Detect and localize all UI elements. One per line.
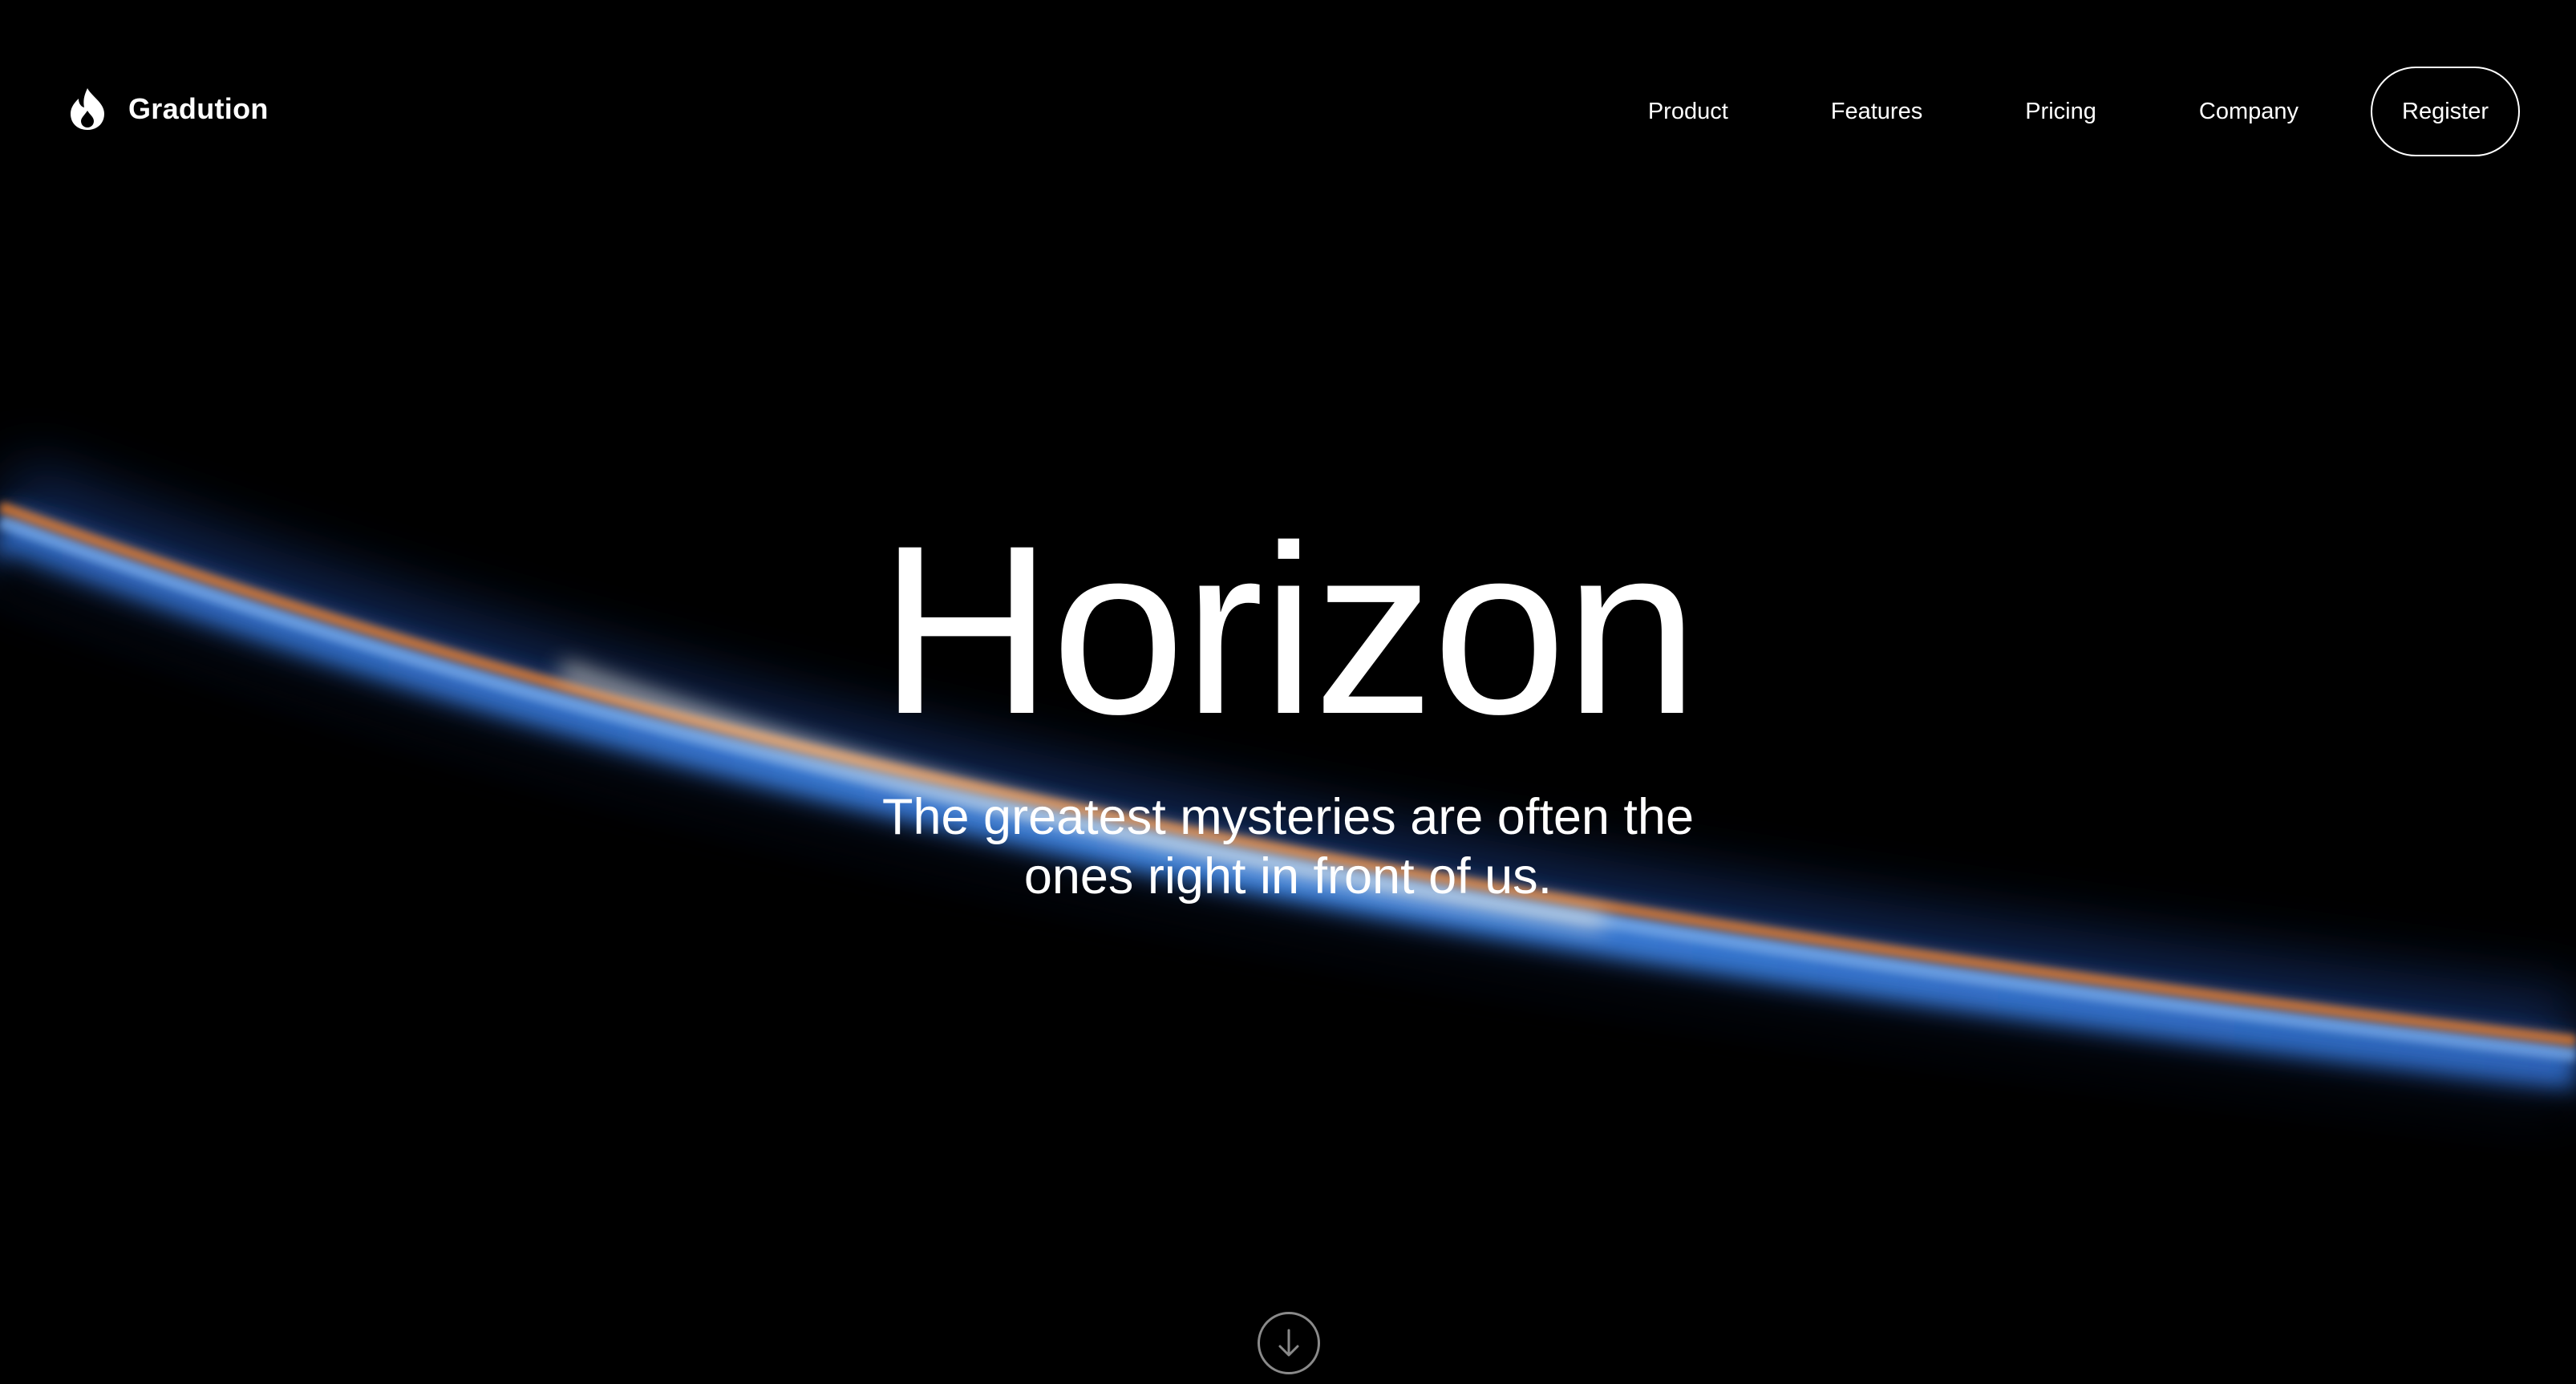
top-navigation: Gradution Product Features Pricing Compa… (0, 0, 2576, 225)
hero-section: Gradution Product Features Pricing Compa… (0, 0, 2576, 1384)
hero-title: Horizon (879, 495, 1699, 764)
flame-icon (71, 88, 104, 130)
nav-link-features[interactable]: Features (1831, 99, 1922, 125)
nav-link-product[interactable]: Product (1648, 99, 1728, 125)
arrow-down-icon (1278, 1329, 1299, 1357)
register-button[interactable]: Register (2371, 67, 2520, 156)
nav-links: Product Features Pricing Company Registe… (1648, 67, 2520, 156)
brand-name: Gradution (128, 92, 269, 125)
hero-subtitle: The greatest mysteries are often the one… (882, 789, 1694, 904)
nav-link-pricing[interactable]: Pricing (2025, 99, 2096, 125)
hero-content: Horizon The greatest mysteries are often… (0, 497, 2576, 906)
scroll-down-button[interactable] (1258, 1312, 1320, 1374)
nav-link-company[interactable]: Company (2199, 99, 2299, 125)
brand-logo[interactable]: Gradution (67, 87, 269, 132)
